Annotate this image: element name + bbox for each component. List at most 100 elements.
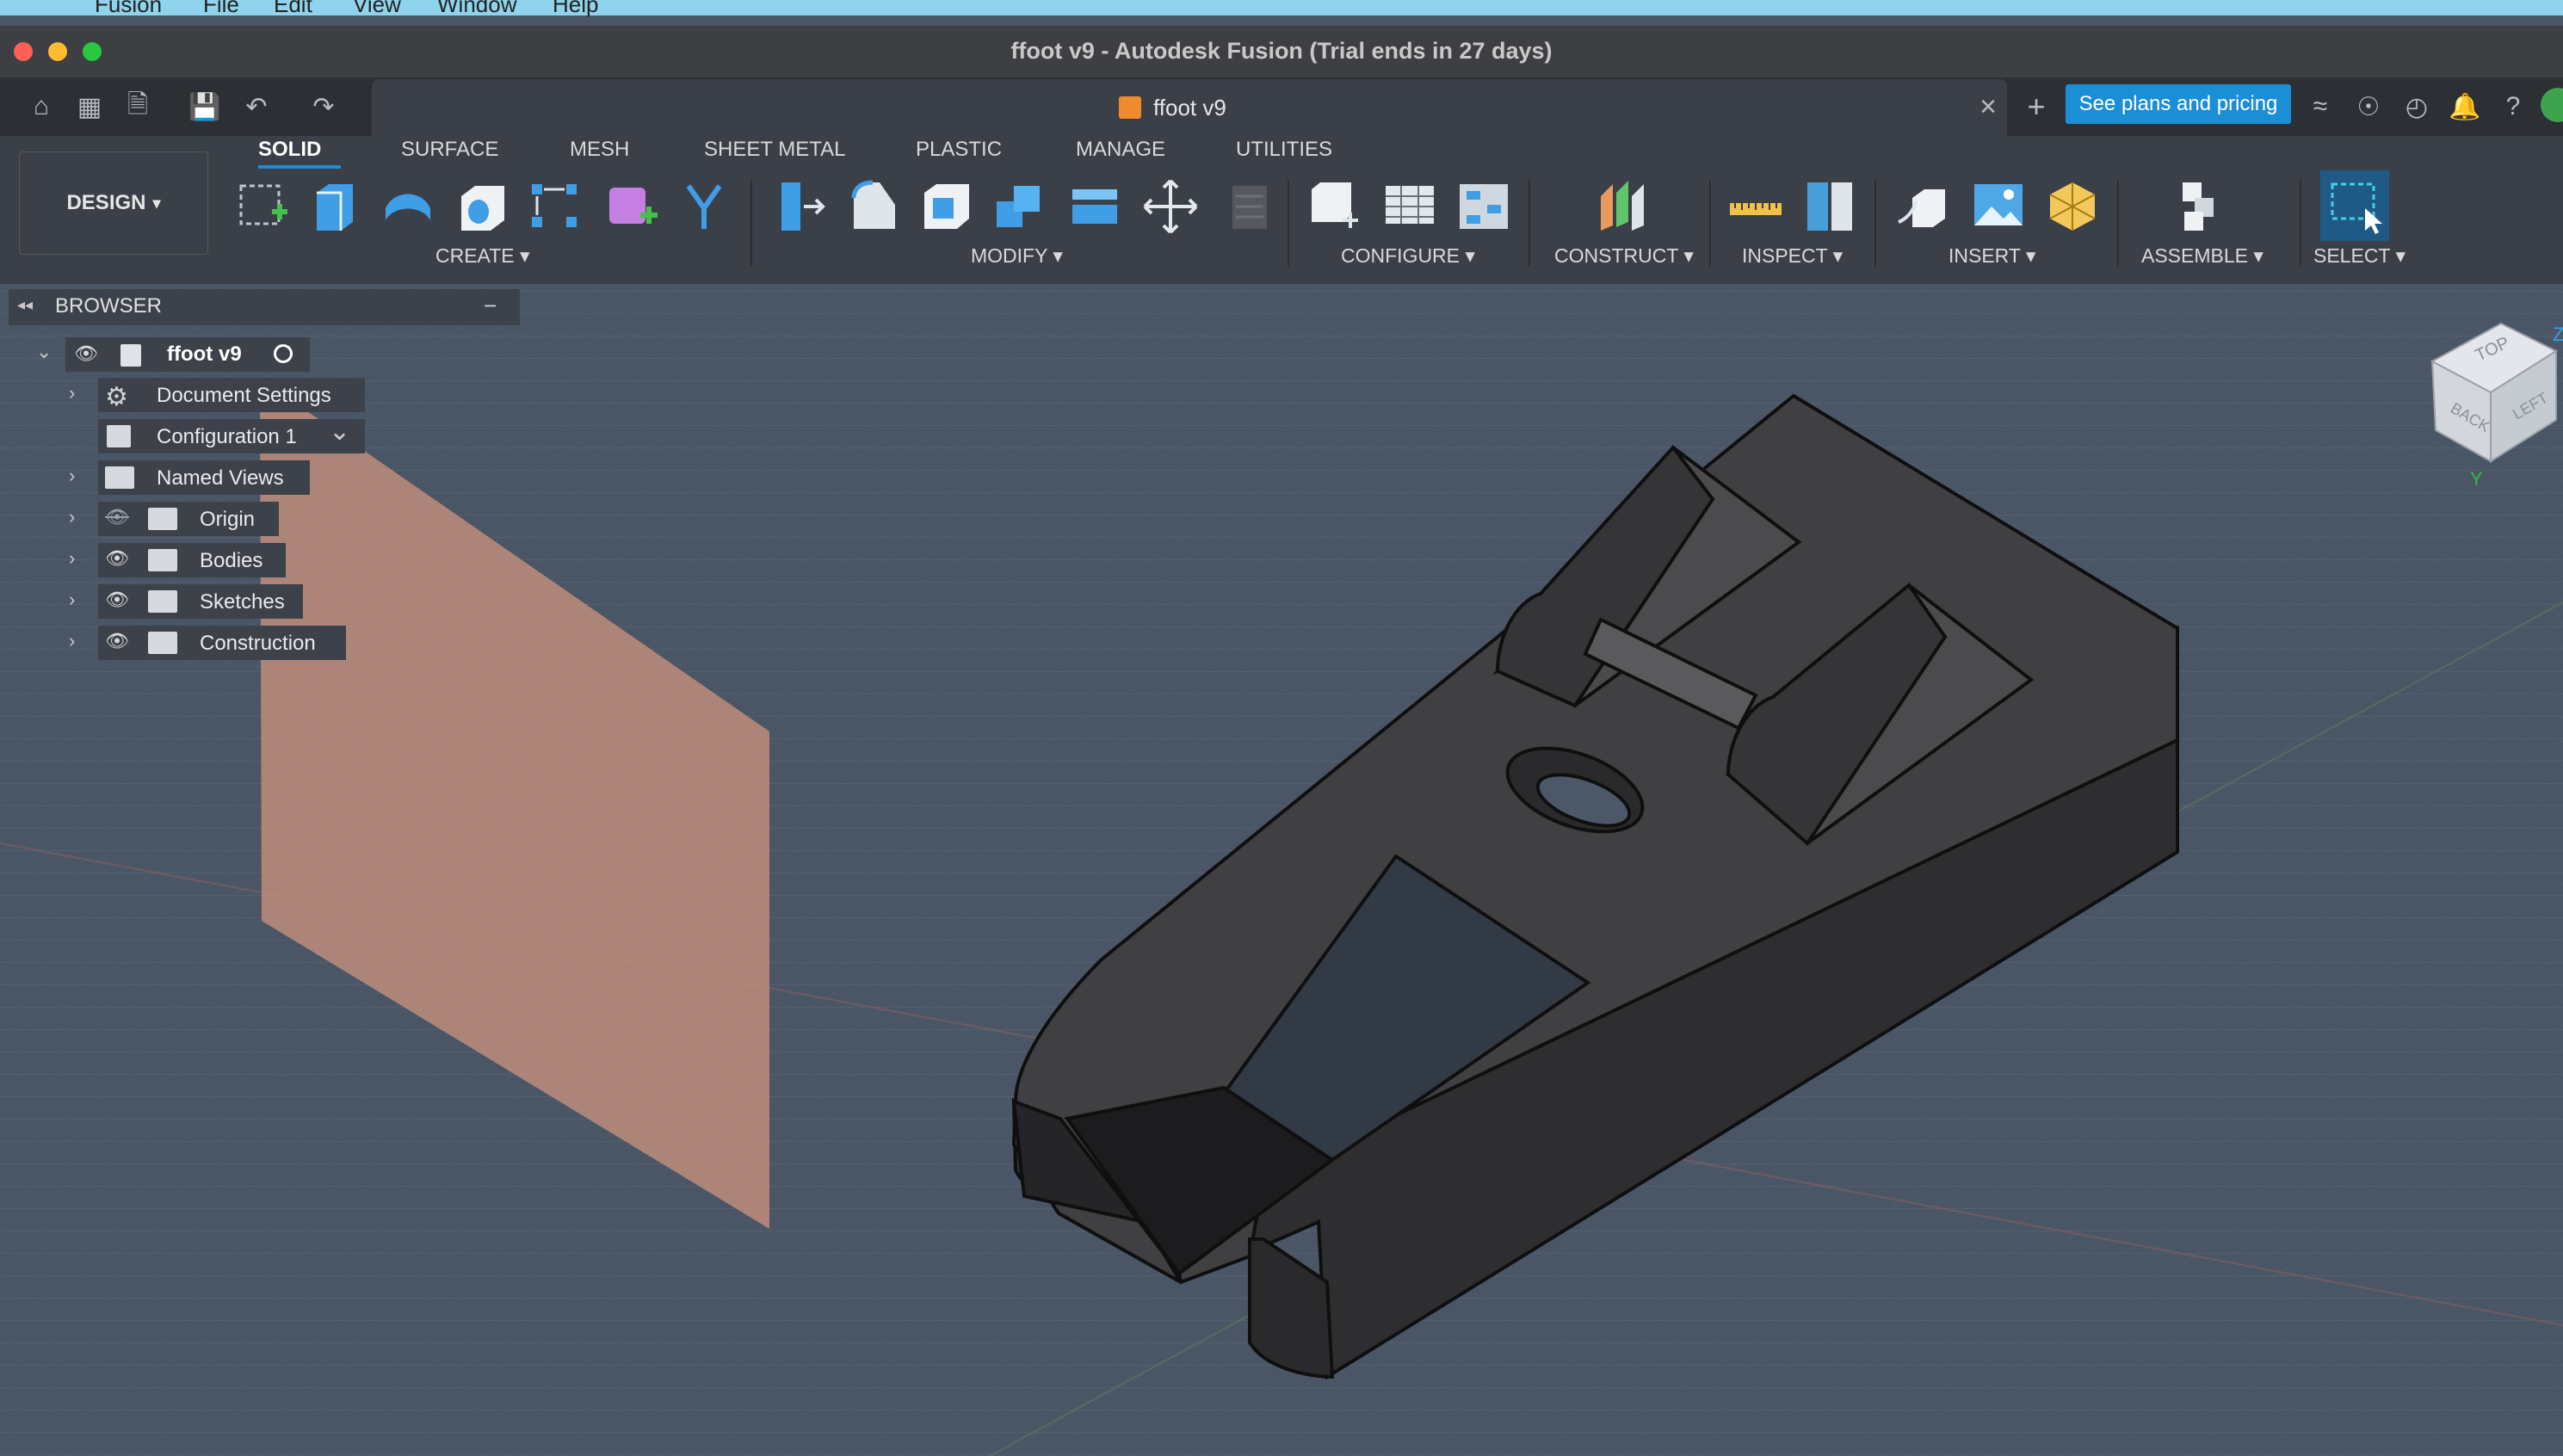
ribbon-divider xyxy=(1529,181,1530,267)
expand-chevron-icon[interactable]: › xyxy=(69,589,75,611)
extrude-icon[interactable] xyxy=(305,177,363,236)
redo-icon[interactable]: ↷ xyxy=(306,89,341,124)
folder-icon xyxy=(148,549,177,571)
mac-menubar: Fusion File Edit View Window Help xyxy=(0,0,2563,18)
expand-chevron-icon[interactable]: › xyxy=(69,547,75,570)
menu-help[interactable]: Help xyxy=(553,0,598,18)
configuration-table-icon[interactable] xyxy=(1380,177,1439,236)
eye-visible-icon[interactable]: 👁 xyxy=(74,342,98,365)
activate-component-icon[interactable] xyxy=(274,344,293,363)
tab-plastic[interactable]: PLASTIC xyxy=(916,138,1002,162)
create-form-icon[interactable] xyxy=(602,177,661,236)
expand-chevron-icon[interactable]: › xyxy=(69,382,75,404)
group-select[interactable]: SELECT ▾ xyxy=(2313,244,2406,268)
workspace-caret-icon: ▾ xyxy=(152,194,161,212)
pattern-icon[interactable] xyxy=(527,177,585,236)
tab-sheet-metal[interactable]: SHEET METAL xyxy=(704,138,845,162)
home-icon[interactable]: ⌂ xyxy=(24,89,59,124)
ribbon-divider xyxy=(1874,181,1876,267)
workspace-switcher[interactable]: DESIGN ▾ xyxy=(19,151,208,255)
measure-icon[interactable] xyxy=(1726,177,1785,236)
ribbon-divider xyxy=(2117,181,2119,267)
derive-icon[interactable] xyxy=(676,177,735,236)
offset-plane-icon[interactable] xyxy=(1592,177,1651,236)
job-status-icon[interactable]: ☉ xyxy=(2351,89,2386,124)
shell-icon[interactable] xyxy=(917,177,976,236)
ribbon-divider xyxy=(1709,181,1711,267)
group-assemble[interactable]: ASSEMBLE ▾ xyxy=(2141,244,2263,268)
axis-y-label: Y xyxy=(2470,468,2483,490)
ribbon-divider xyxy=(2300,181,2301,267)
help-icon[interactable]: ? xyxy=(2496,89,2530,124)
new-tab-button[interactable]: + xyxy=(2019,89,2053,124)
window-select-icon[interactable] xyxy=(2325,177,2384,236)
group-modify[interactable]: MODIFY ▾ xyxy=(971,244,1063,268)
clock-icon[interactable]: ◴ xyxy=(2399,89,2434,124)
group-create[interactable]: CREATE ▾ xyxy=(435,244,530,268)
browser-item-label: Origin xyxy=(200,508,256,531)
configuration-rules-icon[interactable] xyxy=(1454,177,1513,236)
expand-chevron-icon[interactable]: › xyxy=(69,465,75,487)
browser-item-label: Named Views xyxy=(157,466,284,490)
menu-fusion[interactable]: Fusion xyxy=(95,0,162,18)
menu-edit[interactable]: Edit xyxy=(274,0,312,18)
folder-icon xyxy=(148,590,177,613)
configure-icon[interactable] xyxy=(1305,177,1363,236)
tab-mesh[interactable]: MESH xyxy=(570,138,629,162)
expand-chevron-icon[interactable]: › xyxy=(69,630,75,652)
grid-apps-icon[interactable]: ▦ xyxy=(72,89,107,124)
combine-icon[interactable] xyxy=(991,177,1050,236)
menu-view[interactable]: View xyxy=(353,0,401,18)
insert-mesh-icon[interactable] xyxy=(2043,177,2102,236)
insert-derive-icon[interactable] xyxy=(1893,177,1952,236)
browser-minimize-button[interactable]: − xyxy=(484,293,497,319)
root-expand-chevron-icon[interactable]: ⌄ xyxy=(36,341,52,363)
browser-item-label: Construction xyxy=(200,632,316,655)
press-pull-icon[interactable] xyxy=(771,177,830,236)
active-tab-indicator xyxy=(258,165,341,169)
menu-window[interactable]: Window xyxy=(437,0,516,18)
change-parameters-icon[interactable] xyxy=(1215,177,1274,236)
3d-viewport[interactable]: TOP BACK LEFT Z Y xyxy=(0,284,2563,1456)
eye-visible-icon[interactable]: 👁 xyxy=(105,589,129,611)
offset-face-icon[interactable] xyxy=(1065,177,1124,236)
undo-icon[interactable]: ↶ xyxy=(239,89,274,124)
workspace-label: DESIGN xyxy=(66,191,146,214)
browser-collapse-arrows-icon[interactable]: ◂◂ xyxy=(17,296,33,314)
browser-root-label: ffoot v9 xyxy=(167,342,242,366)
move-copy-icon[interactable] xyxy=(1141,177,1200,236)
notifications-bell-icon[interactable]: 🔔 xyxy=(2448,89,2482,124)
hole-icon[interactable] xyxy=(453,177,511,236)
revolve-icon[interactable] xyxy=(379,177,437,236)
browser-item-label: Bodies xyxy=(200,549,263,572)
group-inspect[interactable]: INSPECT ▾ xyxy=(1742,244,1843,268)
tab-surface[interactable]: SURFACE xyxy=(401,138,498,162)
group-construct[interactable]: CONSTRUCT ▾ xyxy=(1554,244,1694,268)
chevron-down-icon[interactable]: ⌄ xyxy=(329,416,350,447)
new-component-icon[interactable] xyxy=(2174,177,2233,236)
close-tab-button[interactable]: × xyxy=(1971,89,2005,124)
ribbon-divider xyxy=(1288,181,1289,267)
document-cube-icon xyxy=(1119,96,1141,119)
extensions-icon[interactable]: ≈ xyxy=(2303,89,2338,124)
tab-solid[interactable]: SOLID xyxy=(258,138,321,162)
group-insert[interactable]: INSERT ▾ xyxy=(1948,244,2035,268)
eye-visible-icon[interactable]: 👁 xyxy=(105,547,129,570)
save-icon[interactable]: 💾 xyxy=(188,89,222,124)
tab-utilities[interactable]: UTILITIES xyxy=(1236,138,1332,162)
canvas-image-icon[interactable] xyxy=(1969,177,2028,236)
see-plans-button[interactable]: See plans and pricing xyxy=(2066,84,2291,124)
section-analysis-icon[interactable] xyxy=(1800,177,1859,236)
group-configure[interactable]: CONFIGURE ▾ xyxy=(1341,244,1475,268)
expand-chevron-icon[interactable]: › xyxy=(69,506,75,528)
browser-title: BROWSER xyxy=(55,294,163,318)
fillet-icon[interactable] xyxy=(845,177,904,236)
eye-visible-icon[interactable]: 👁 xyxy=(105,630,129,652)
folder-icon xyxy=(148,508,177,530)
create-sketch-icon[interactable] xyxy=(234,177,293,236)
file-menu-icon[interactable]: 🗎 xyxy=(120,89,155,124)
axis-z-label: Z xyxy=(2553,324,2563,345)
tab-manage[interactable]: MANAGE xyxy=(1076,138,1165,162)
menu-file[interactable]: File xyxy=(203,0,239,18)
eye-hidden-icon[interactable]: 👁 xyxy=(105,506,129,528)
